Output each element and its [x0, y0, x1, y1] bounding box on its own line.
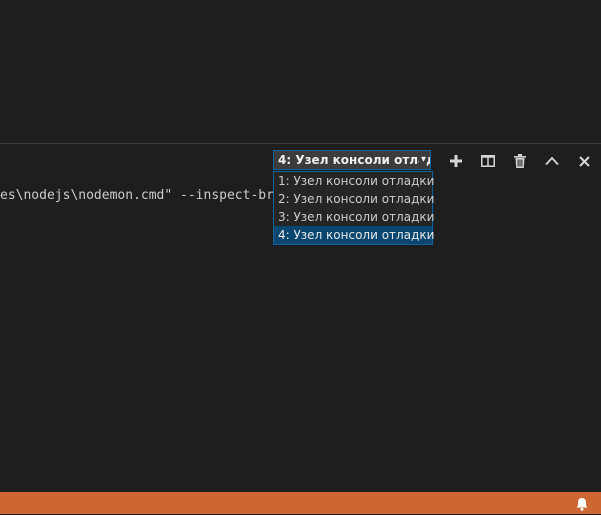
kill-terminal-button[interactable]: [512, 153, 528, 169]
terminal-option-4[interactable]: 4: Узел консоли отладки: [274, 226, 434, 244]
chevron-down-icon: ▾: [418, 151, 426, 169]
terminal-output-line: es\nodejs\nodemon.cmd" --inspect-brk: [0, 188, 279, 203]
trash-icon: [514, 154, 526, 168]
new-terminal-button[interactable]: [448, 153, 464, 169]
bell-icon: [576, 498, 588, 511]
terminal-select-value: 4: Узел консоли отладки: [278, 153, 430, 167]
terminal-select[interactable]: 4: Узел консоли отладки ▾: [273, 150, 431, 170]
editor-area: [0, 0, 601, 143]
terminal-option-3[interactable]: 3: Узел консоли отладки: [274, 208, 434, 226]
close-icon: [578, 155, 590, 167]
split-icon: [481, 155, 495, 167]
terminal-option-1[interactable]: 1: Узел консоли отладки: [274, 172, 434, 190]
chevron-up-icon: [545, 156, 559, 166]
maximize-panel-button[interactable]: [544, 153, 560, 169]
terminal-select-dropdown: 1: Узел консоли отладки 2: Узел консоли …: [273, 171, 434, 245]
close-panel-button[interactable]: [576, 153, 592, 169]
terminal-option-2[interactable]: 2: Узел консоли отладки: [274, 190, 434, 208]
split-terminal-button[interactable]: [480, 153, 496, 169]
terminal-panel: es\nodejs\nodemon.cmd" --inspect-brk 4: …: [0, 143, 601, 492]
notifications-button[interactable]: [575, 496, 589, 511]
status-bar: [0, 492, 601, 514]
plus-icon: [450, 155, 462, 167]
